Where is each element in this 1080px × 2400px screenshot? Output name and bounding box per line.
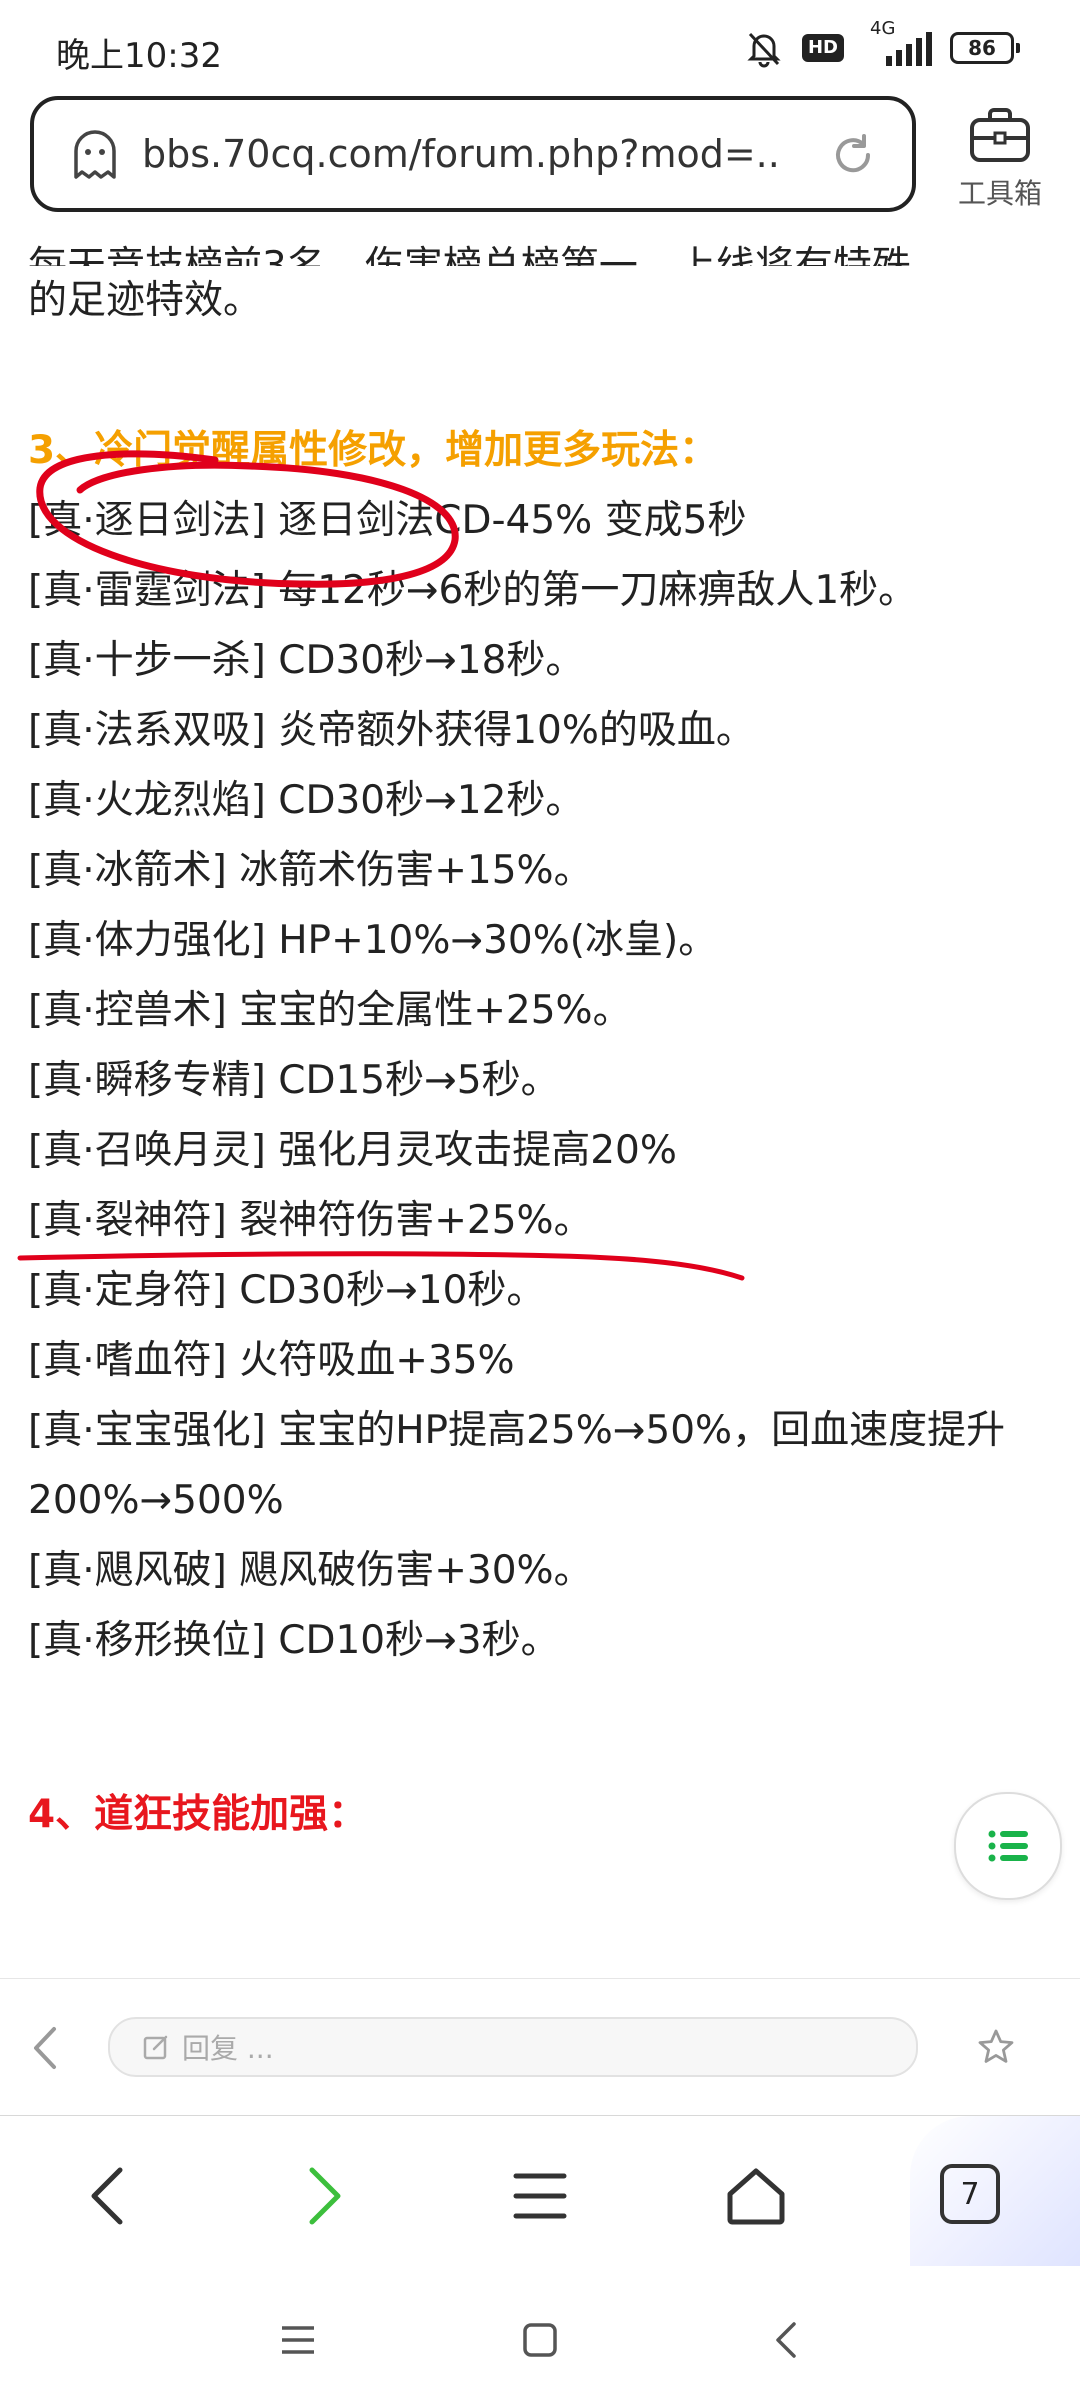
post-content: 每天竞技榜前3名，伤害榜总榜第一，上线将有特殊 的足迹特效。 3、冷门觉醒属性修…	[28, 222, 1052, 1850]
list-item: [真·逐日剑法] 逐日剑法CD-45% 变成5秒	[28, 498, 747, 543]
clipped-line: 每天竞技榜前3名，伤害榜总榜第一，上线将有特殊	[28, 222, 1052, 266]
section4-title: 4、道狂技能加强：	[28, 1792, 368, 1837]
home-icon	[727, 2168, 785, 2225]
status-icons: HD 4G 86	[744, 18, 1020, 70]
toolbox-icon	[970, 108, 1030, 162]
home-square-icon[interactable]	[518, 2318, 562, 2362]
address-bar[interactable]: bbs.70cq.com/forum.php?mod=...	[30, 96, 916, 212]
nav-forward-button[interactable]	[284, 2156, 364, 2236]
hd-badge: HD	[801, 34, 844, 62]
tab-count: 7	[960, 2176, 980, 2212]
signal-icon: 4G	[862, 18, 932, 70]
site-ghost-icon	[74, 130, 116, 179]
status-bar: 晚上10:32 HD 4G 86	[0, 0, 1080, 96]
list-item: [真·宝宝强化] 宝宝的HP提高25%→50%，回血速度提升200%→500%	[28, 1408, 1006, 1523]
nav-back-button[interactable]	[68, 2156, 148, 2236]
status-time: 晚上10:32	[56, 36, 222, 76]
list-item: [真·雷霆剑法] 每12秒→6秒的第一刀麻痹敌人1秒。	[28, 568, 918, 613]
reload-icon[interactable]	[828, 130, 878, 180]
reply-bar: 回复 ...	[0, 1978, 1080, 2117]
battery-icon: 86	[950, 32, 1020, 64]
list-item: [真·裂神符] 裂神符伤害+25%。	[28, 1198, 593, 1243]
toolbox-button[interactable]: 工具箱	[940, 106, 1060, 212]
battery-level: 86	[950, 32, 1014, 64]
section3-title: 3、冷门觉醒属性修改，增加更多玩法：	[28, 428, 719, 473]
browser-nav-bar: 7	[0, 2116, 1080, 2280]
list-item: [真·冰箭术] 冰箭术伤害+15%。	[28, 848, 593, 893]
reply-input[interactable]: 回复 ...	[108, 2017, 918, 2077]
list-item: [真·控兽术] 宝宝的全属性+25%。	[28, 988, 632, 1033]
list-item: [真·体力强化] HP+10%→30%(冰皇)。	[28, 918, 718, 963]
chevron-left-icon	[91, 2167, 123, 2225]
catalog-button[interactable]	[954, 1792, 1062, 1900]
list-item: [真·飓风破] 飓风破伤害+30%。	[28, 1548, 593, 1593]
list-item: [真·定身符] CD30秒→10秒。	[28, 1268, 546, 1313]
star-icon[interactable]	[976, 2027, 1016, 2067]
reply-placeholder: 回复 ...	[182, 2032, 274, 2065]
list-item: [真·火龙烈焰] CD30秒→12秒。	[28, 778, 585, 823]
edit-icon	[143, 2035, 168, 2060]
list-item: [真·法系双吸] 炎帝额外获得10%的吸血。	[28, 708, 755, 753]
url-text[interactable]: bbs.70cq.com/forum.php?mod=...	[142, 132, 782, 176]
toolbox-label: 工具箱	[957, 177, 1042, 210]
back-arrow-icon[interactable]	[26, 2023, 66, 2073]
list-item: [真·十步一杀] CD30秒→18秒。	[28, 638, 585, 683]
list-item: [真·瞬移专精] CD15秒→5秒。	[28, 1058, 560, 1103]
menu-icon	[513, 2173, 567, 2219]
tabs-button[interactable]: 7	[940, 2164, 1000, 2224]
list-item: [真·召唤月灵] 强化月灵攻击提高20%	[28, 1128, 677, 1173]
system-nav-bar	[0, 2280, 1080, 2400]
bell-muted-icon	[747, 32, 781, 68]
list-item: [真·移形换位] CD10秒→3秒。	[28, 1618, 560, 1663]
list-icon	[988, 1830, 1028, 1862]
list-item: [真·嗜血符] 火符吸血+35%	[28, 1338, 515, 1383]
nav-menu-button[interactable]	[500, 2156, 580, 2236]
nav-home-button[interactable]	[716, 2156, 796, 2236]
intro-tail: 的足迹特效。	[28, 278, 263, 323]
system-back-icon[interactable]	[766, 2318, 810, 2362]
recents-icon[interactable]	[276, 2318, 320, 2362]
chevron-right-icon	[309, 2167, 341, 2225]
